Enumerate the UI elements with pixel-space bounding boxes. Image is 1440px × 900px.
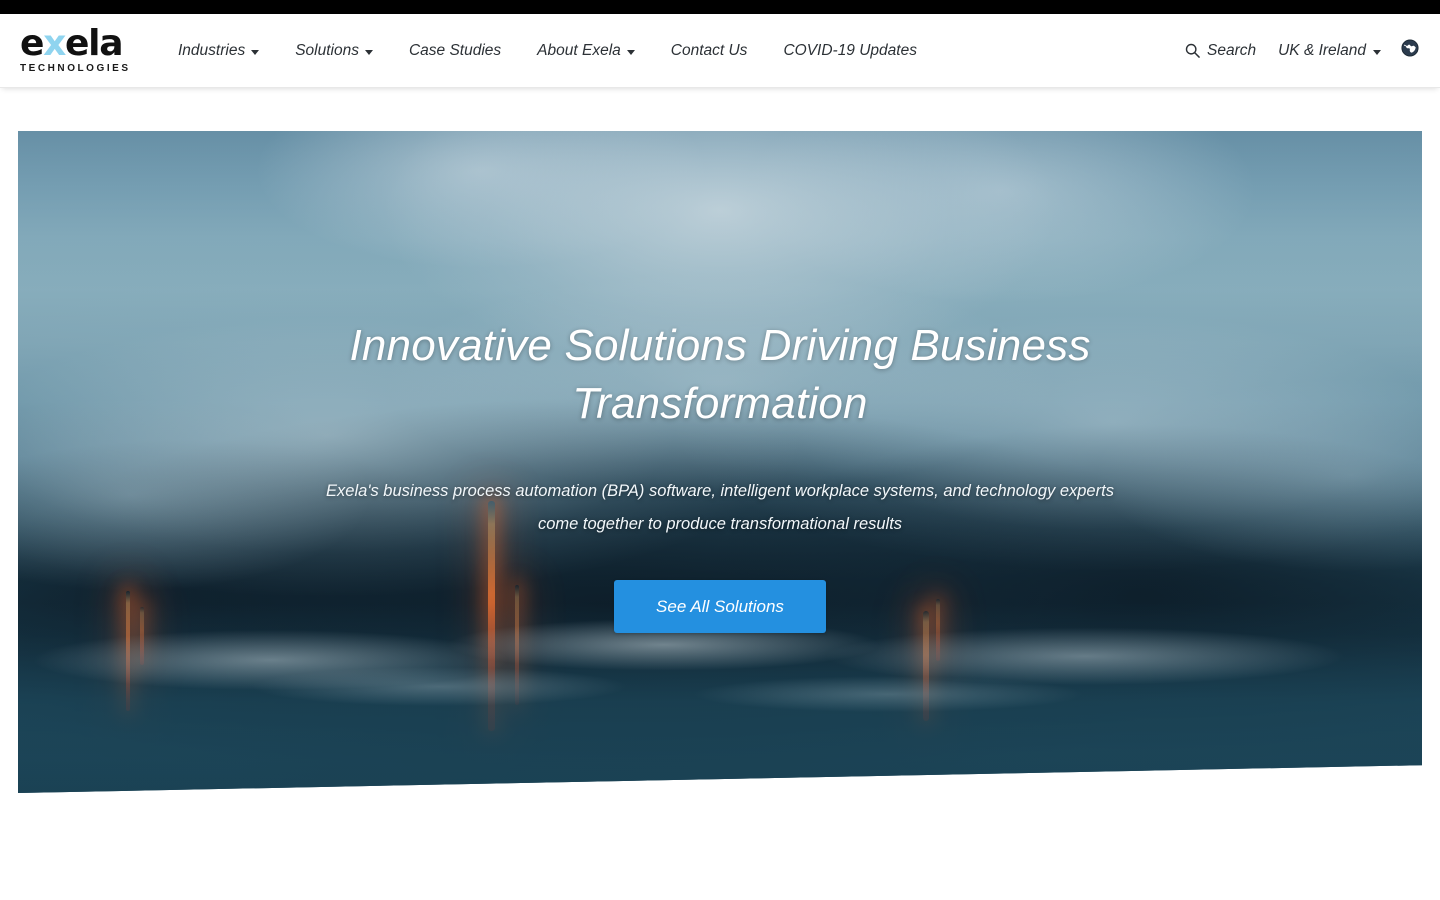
nav-label: Contact Us [670,41,748,59]
hero-title: Innovative Solutions Driving Business Tr… [349,321,1091,428]
nav-label: Case Studies [408,41,502,59]
header-utilities: Search UK & Ireland [1174,14,1428,87]
region-selector[interactable]: UK & Ireland [1267,14,1392,87]
chevron-down-icon [364,49,373,55]
hero-content: Innovative Solutions Driving Business Tr… [18,131,1422,793]
nav-label: About Exela [537,41,621,59]
chevron-down-icon [1373,49,1381,55]
nav-item-contact-us[interactable]: Contact Us [653,14,766,87]
logo-tagline: TECHNOLOGIES [20,63,131,74]
region-label: UK & Ireland [1278,41,1366,59]
hero-banner: Innovative Solutions Driving Business Tr… [18,131,1422,793]
nav-item-solutions[interactable]: Solutions [277,14,391,87]
nav-item-case-studies[interactable]: Case Studies [391,14,519,87]
logo-x-accent: x [43,23,66,64]
header-inner: exela TECHNOLOGIES Industries Solutions … [0,14,1440,87]
exela-logo[interactable]: exela TECHNOLOGIES [20,26,144,75]
chevron-down-icon [626,49,635,55]
nav-label: COVID-19 Updates [783,41,917,59]
search-icon [1185,43,1200,58]
site-header: exela TECHNOLOGIES Industries Solutions … [0,14,1440,88]
logo-word-post: ela [65,23,123,64]
nav-item-about-exela[interactable]: About Exela [519,14,653,87]
logo-word-pre: e [20,23,44,64]
top-black-bar [0,0,1440,14]
logo-wordmark: exela [20,26,144,62]
globe-icon [1401,39,1419,62]
search-label: Search [1206,41,1257,59]
see-all-solutions-button[interactable]: See All Solutions [614,580,826,633]
nav-label: Solutions [295,41,359,59]
language-globe-button[interactable] [1392,14,1428,87]
primary-nav: Industries Solutions Case Studies About … [160,14,935,87]
nav-item-covid-19-updates[interactable]: COVID-19 Updates [765,14,935,87]
search-button[interactable]: Search [1174,14,1267,87]
nav-label: Industries [178,41,246,59]
hero-subtitle: Exela's business process automation (BPA… [326,482,1114,533]
chevron-down-icon [251,49,260,55]
nav-item-industries[interactable]: Industries [160,14,277,87]
